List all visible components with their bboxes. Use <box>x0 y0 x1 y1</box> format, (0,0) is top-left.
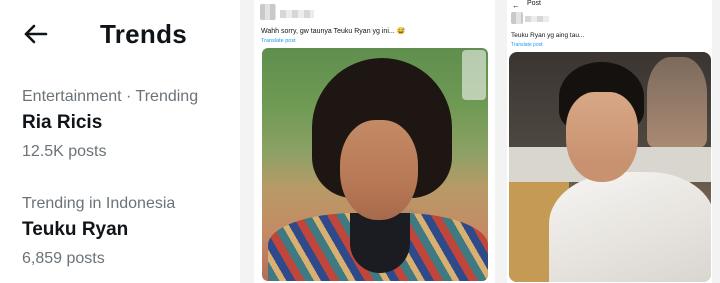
post-card-right[interactable]: ← Post Teuku Ryan yg aing tau... Transla… <box>507 0 712 283</box>
photo-detail <box>566 92 638 182</box>
post-card-middle[interactable]: Wahh sorry, gw taunya Teuku Ryan yg ini.… <box>254 0 495 283</box>
divider <box>712 0 720 283</box>
trend-post-count: 6,859 posts <box>22 250 105 267</box>
trends-header: Trends <box>0 0 240 70</box>
photo-detail <box>350 213 410 273</box>
trend-item-teuku-ryan[interactable]: Trending in Indonesia Teuku Ryan 6,859 p… <box>22 195 237 268</box>
avatar[interactable] <box>260 4 276 20</box>
photo-detail <box>647 57 707 147</box>
trend-name: Ria Ricis <box>22 112 103 133</box>
author-name-redacted <box>525 16 549 22</box>
post-image[interactable] <box>509 52 711 282</box>
divider <box>240 0 254 283</box>
trend-post-count: 12.5K posts <box>22 143 107 160</box>
post-header-label: Post <box>527 0 542 7</box>
back-button[interactable] <box>22 20 50 48</box>
page-title: Trends <box>100 19 188 49</box>
post-text: Teuku Ryan yg aing tau... <box>511 32 585 39</box>
trend-context: Entertainment · Trending <box>22 88 199 105</box>
trend-context: Trending in Indonesia <box>22 195 176 212</box>
photo-detail <box>340 120 418 220</box>
translate-post-link[interactable]: Translate post <box>261 38 296 44</box>
photo-detail <box>462 50 486 100</box>
trend-item-ria-ricis[interactable]: Entertainment · Trending Ria Ricis 12.5K… <box>22 88 237 161</box>
photo-detail <box>549 172 711 282</box>
avatar[interactable] <box>511 12 523 24</box>
back-arrow-icon <box>24 24 48 44</box>
post-text: Wahh sorry, gw taunya Teuku Ryan yg ini.… <box>261 28 406 35</box>
trends-panel: Trends Entertainment · Trending Ria Rici… <box>0 0 240 283</box>
translate-post-link[interactable]: Translate post <box>511 42 543 48</box>
trend-name: Teuku Ryan <box>22 219 129 240</box>
post-image[interactable] <box>262 48 488 281</box>
divider <box>495 0 507 283</box>
author-name-redacted <box>280 10 314 18</box>
back-arrow-icon[interactable]: ← <box>512 1 520 10</box>
